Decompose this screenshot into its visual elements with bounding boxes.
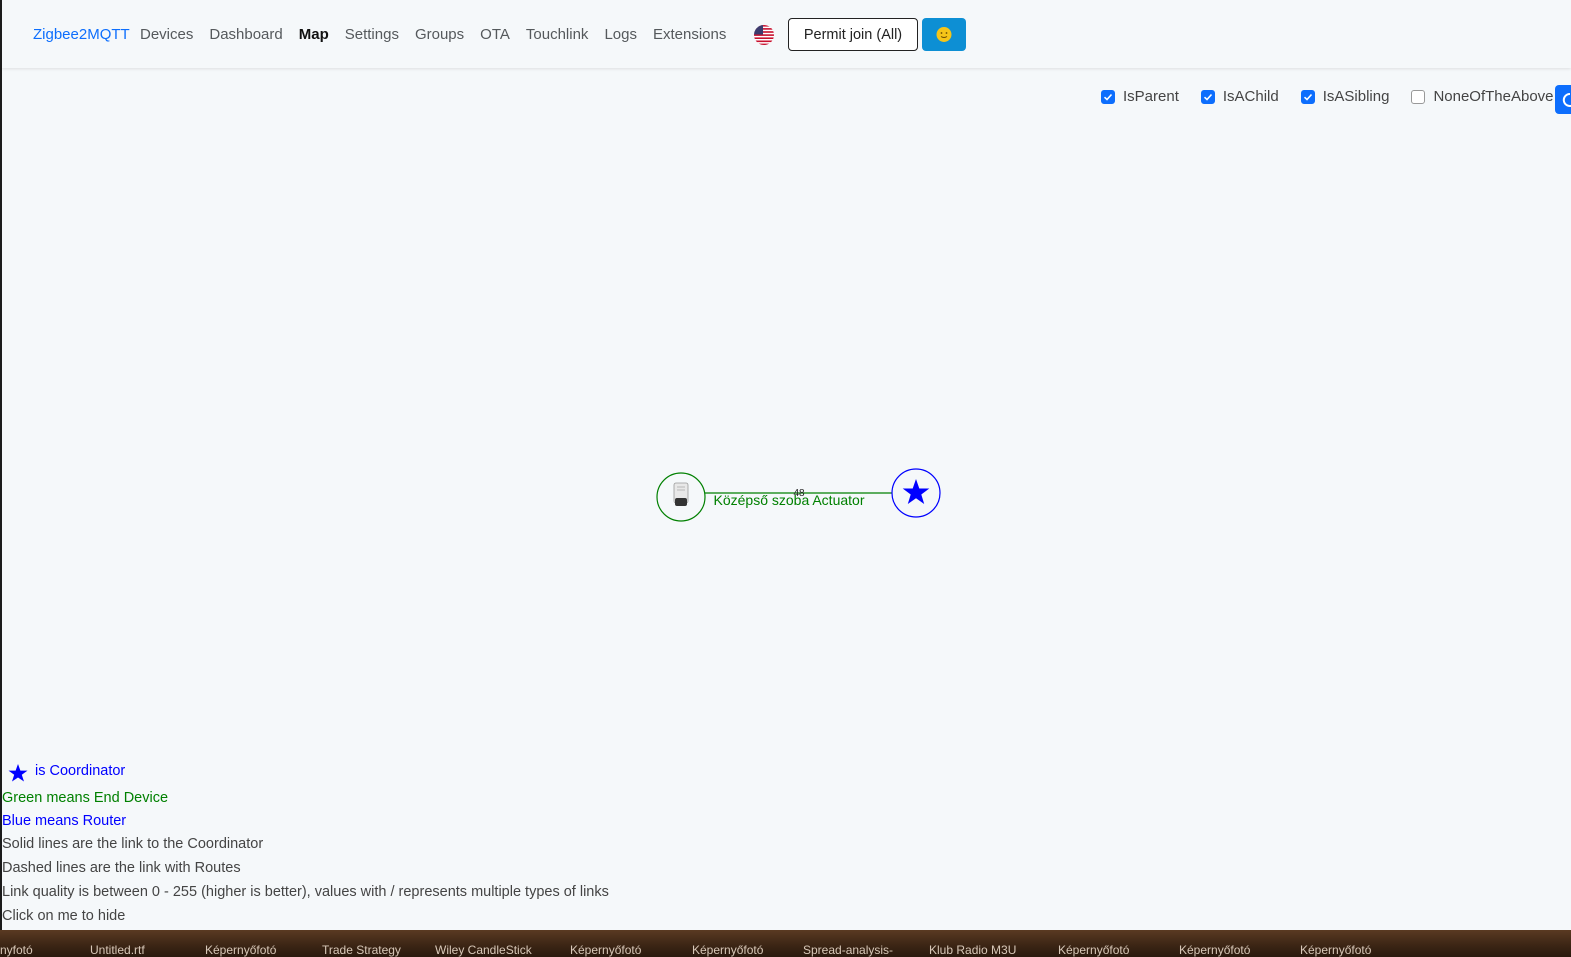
desktop-file[interactable]: Klub Radio M3U bbox=[929, 943, 1016, 957]
legend-green-end-device: Green means End Device bbox=[2, 790, 169, 806]
coordinator-node[interactable] bbox=[891, 468, 941, 518]
desktop-dock-strip: nyfotó Untitled.rtf Képernyőfotó Trade S… bbox=[0, 930, 1571, 957]
end-device-node[interactable] bbox=[656, 472, 706, 522]
desktop-file[interactable]: Képernyőfotó bbox=[1058, 943, 1129, 957]
legend-coordinator: is Coordinator bbox=[35, 763, 126, 779]
desktop-file[interactable]: Képernyőfotó bbox=[205, 943, 276, 957]
end-device-label[interactable]: Középső szoba Actuator bbox=[714, 492, 865, 508]
legend-link-quality: Link quality is between 0 - 255 (higher … bbox=[2, 884, 609, 900]
desktop-file[interactable]: Wiley CandleStick bbox=[435, 943, 532, 957]
desktop-file[interactable]: Spread-analysis- bbox=[803, 943, 893, 957]
desktop-file[interactable]: Untitled.rtf bbox=[90, 943, 145, 957]
legend-star-icon bbox=[8, 763, 28, 787]
legend-solid-lines: Solid lines are the link to the Coordina… bbox=[2, 836, 264, 852]
radiator-valve-icon bbox=[673, 482, 689, 506]
desktop-file[interactable]: Képernyőfotó bbox=[1179, 943, 1250, 957]
desktop-file[interactable]: Képernyőfotó bbox=[570, 943, 641, 957]
desktop-file[interactable]: nyfotó bbox=[0, 943, 33, 957]
desktop-file[interactable]: Képernyőfotó bbox=[1300, 943, 1371, 957]
app-window: Zigbee2MQTT Devices Dashboard Map Settin… bbox=[0, 0, 1571, 930]
legend-blue-router: Blue means Router bbox=[2, 813, 127, 829]
desktop-file[interactable]: Trade Strategy bbox=[322, 943, 401, 957]
legend-dashed-lines: Dashed lines are the link with Routes bbox=[2, 860, 241, 876]
network-map: 48 Középső szoba Actuator bbox=[656, 468, 941, 522]
legend-hide-hint[interactable]: Click on me to hide bbox=[2, 909, 125, 924]
desktop-file[interactable]: Képernyőfotó bbox=[692, 943, 763, 957]
